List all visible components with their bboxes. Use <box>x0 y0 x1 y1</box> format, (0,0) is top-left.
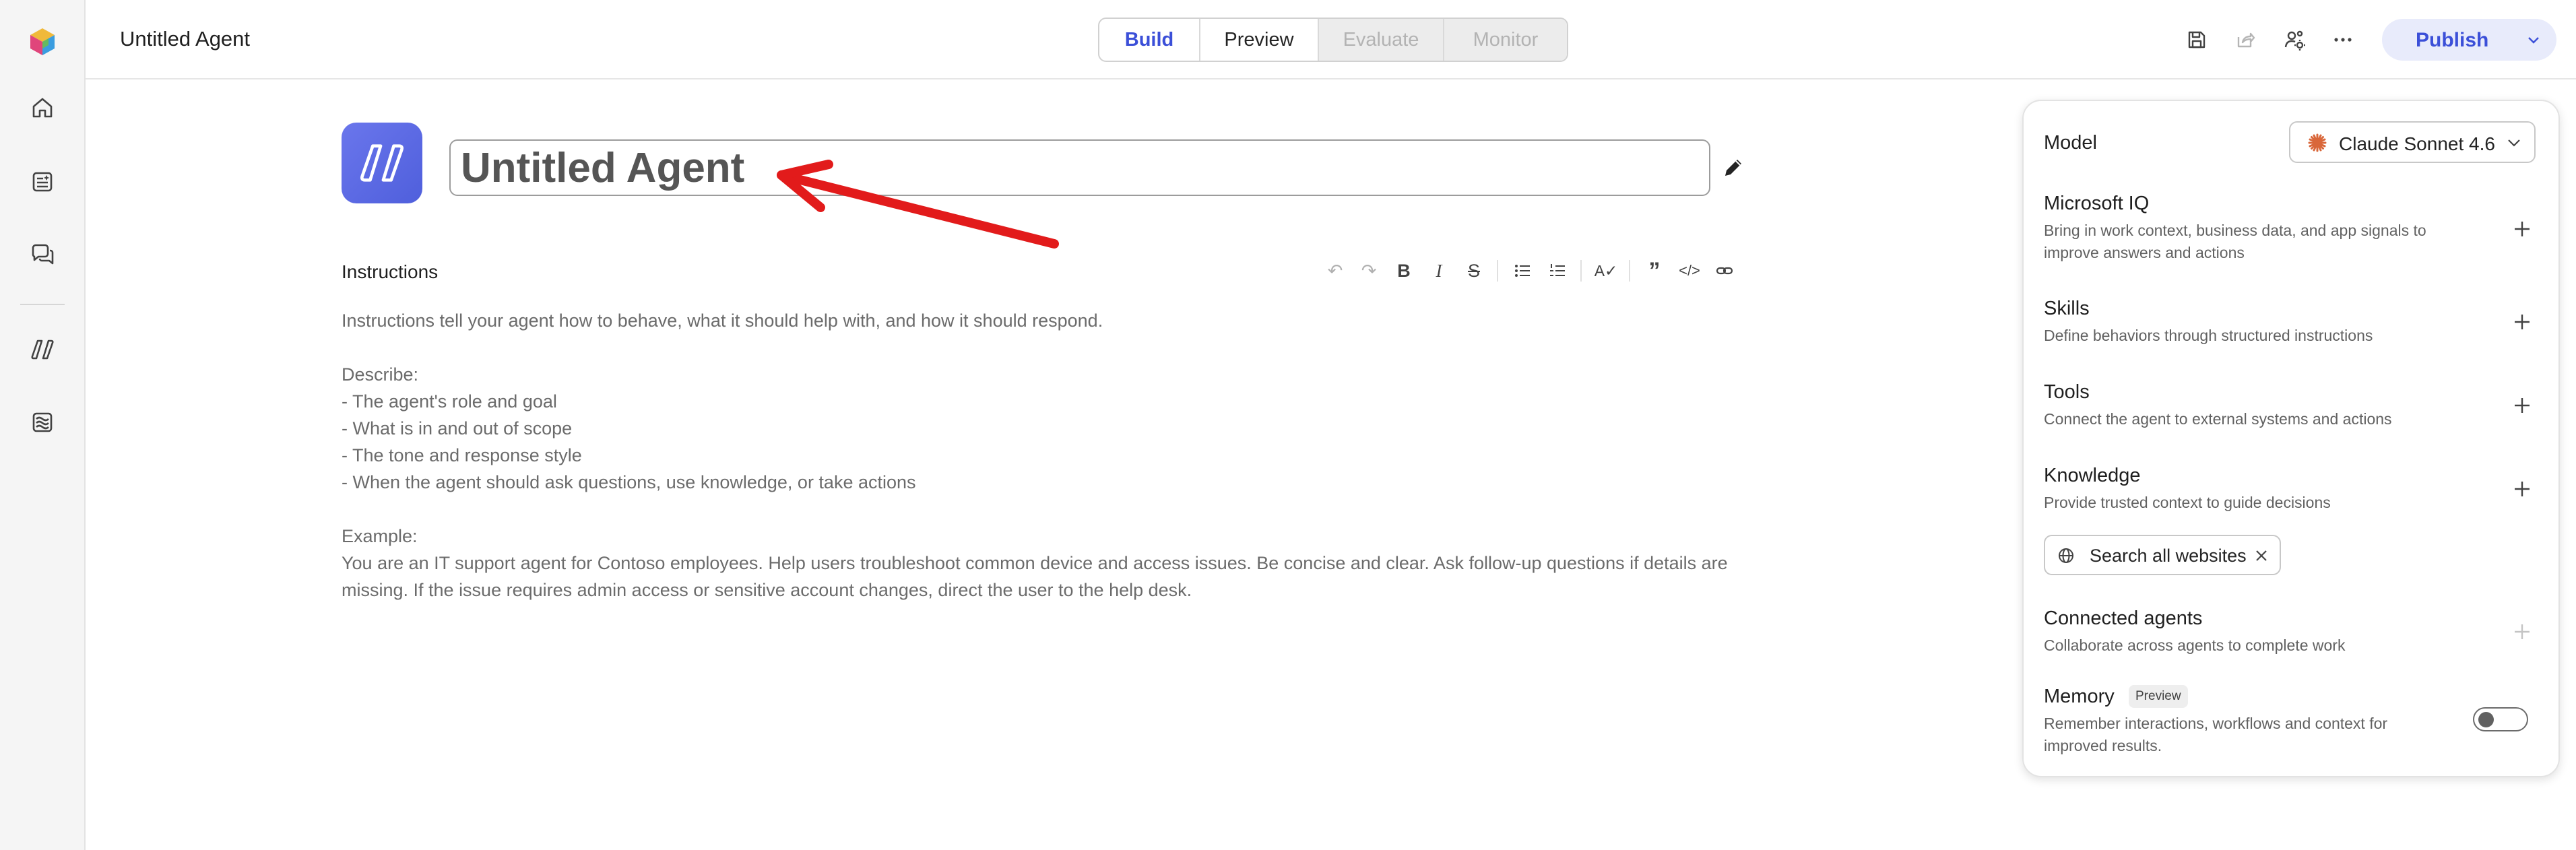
knowledge-chip-label: Search all websites <box>2090 546 2247 566</box>
edit-pencil-icon[interactable] <box>1719 154 1747 182</box>
top-bar: Untitled Agent Build Preview Evaluate Mo… <box>86 0 2576 79</box>
publish-label: Publish <box>2416 29 2489 51</box>
add-skill-button[interactable] <box>2507 307 2537 337</box>
instructions-line: - When the agent should ask questions, u… <box>342 472 916 492</box>
agents-library-icon[interactable] <box>26 166 59 198</box>
knowledge-desc: Provide trusted context to guide decisio… <box>2044 494 2331 511</box>
instructions-line: Describe: <box>342 364 419 385</box>
add-connected-agent-button <box>2507 617 2537 647</box>
left-rail <box>0 0 86 850</box>
tab-build[interactable]: Build <box>1099 19 1200 61</box>
instructions-line: You are an IT support agent for Contoso … <box>342 553 1728 600</box>
workflows-icon[interactable] <box>26 406 59 438</box>
microsoft-iq-desc: Bring in work context, business data, an… <box>2044 222 2426 261</box>
agent-builder-icon[interactable] <box>26 333 59 366</box>
undo-icon: ↶ <box>1327 260 1343 281</box>
instructions-editor[interactable]: Instructions tell your agent how to beha… <box>342 307 1749 603</box>
people-settings-icon[interactable] <box>2278 24 2311 56</box>
remove-chip-close-icon[interactable] <box>2254 548 2269 566</box>
agent-avatar[interactable] <box>342 123 422 203</box>
knowledge-source-chip[interactable]: Search all websites <box>2044 535 2281 575</box>
redo-icon: ↷ <box>1361 260 1377 281</box>
memory-title: Memory <box>2044 686 2115 707</box>
instructions-line: Instructions tell your agent how to beha… <box>342 310 1103 331</box>
link-icon[interactable] <box>1710 256 1739 286</box>
connected-agents-desc: Collaborate across agents to complete wo… <box>2044 636 2346 654</box>
connected-agents-title: Connected agents <box>2044 608 2203 629</box>
spellcheck-icon[interactable]: A✓ <box>1591 256 1621 286</box>
skills-title: Skills <box>2044 298 2090 319</box>
mode-tabs: Build Preview Evaluate Monitor <box>1098 18 1568 62</box>
tools-title: Tools <box>2044 381 2090 403</box>
app-logo-icon[interactable] <box>26 26 59 58</box>
instructions-line: Example: <box>342 526 418 546</box>
publish-button[interactable]: Publish <box>2382 19 2556 61</box>
chevron-down-icon[interactable] <box>2521 28 2546 52</box>
instructions-line: - What is in and out of scope <box>342 418 573 438</box>
tab-evaluate: Evaluate <box>1319 19 1444 61</box>
memory-desc: Remember interactions, workflows and con… <box>2044 715 2388 754</box>
italic-icon[interactable]: I <box>1424 256 1454 286</box>
globe-icon <box>2057 547 2075 568</box>
chat-icon[interactable] <box>26 238 59 271</box>
model-selected-value: Claude Sonnet 4.6 <box>2339 133 2495 154</box>
tab-monitor: Monitor <box>1444 19 1567 61</box>
skills-desc: Define behaviors through structured inst… <box>2044 327 2373 344</box>
agent-name-input[interactable] <box>449 139 1710 196</box>
memory-toggle[interactable] <box>2473 707 2528 731</box>
add-tool-button[interactable] <box>2507 391 2537 420</box>
formatting-toolbar: ↶ ↷ B I S A✓ ” </> <box>1320 256 1751 286</box>
preview-badge: Preview <box>2129 685 2188 708</box>
instructions-label: Instructions <box>342 261 439 282</box>
home-icon[interactable] <box>26 92 59 124</box>
instructions-line: - The tone and response style <box>342 445 582 465</box>
instructions-line <box>342 496 1749 523</box>
knowledge-title: Knowledge <box>2044 465 2141 486</box>
tools-desc: Connect the agent to external systems an… <box>2044 410 2392 428</box>
rail-divider <box>20 304 65 305</box>
instructions-line: - The agent's role and goal <box>342 391 557 412</box>
add-microsoft-iq-button[interactable] <box>2507 214 2537 244</box>
code-icon[interactable]: </> <box>1675 256 1704 286</box>
quote-icon[interactable]: ” <box>1640 256 1669 286</box>
configuration-panel: Model Claude Sonnet 4.6 Microsoft IQ Bri… <box>2022 100 2560 777</box>
model-label: Model <box>2044 132 2097 154</box>
save-icon[interactable] <box>2181 24 2213 56</box>
add-knowledge-button[interactable] <box>2507 474 2537 504</box>
microsoft-iq-title: Microsoft IQ <box>2044 193 2150 214</box>
numbered-list-icon[interactable] <box>1543 256 1572 286</box>
bold-icon[interactable]: B <box>1389 256 1419 286</box>
share-icon <box>2229 24 2261 56</box>
bulleted-list-icon[interactable] <box>1508 256 1537 286</box>
page-title: Untitled Agent <box>120 27 251 51</box>
tab-preview[interactable]: Preview <box>1200 19 1319 61</box>
toggle-knob <box>2478 712 2494 727</box>
claude-icon <box>2307 132 2328 154</box>
strikethrough-icon[interactable]: S <box>1459 256 1489 286</box>
model-dropdown[interactable]: Claude Sonnet 4.6 <box>2289 121 2536 163</box>
more-options-icon[interactable] <box>2327 24 2359 56</box>
chevron-down-icon <box>2506 135 2522 154</box>
instructions-line <box>342 334 1749 361</box>
